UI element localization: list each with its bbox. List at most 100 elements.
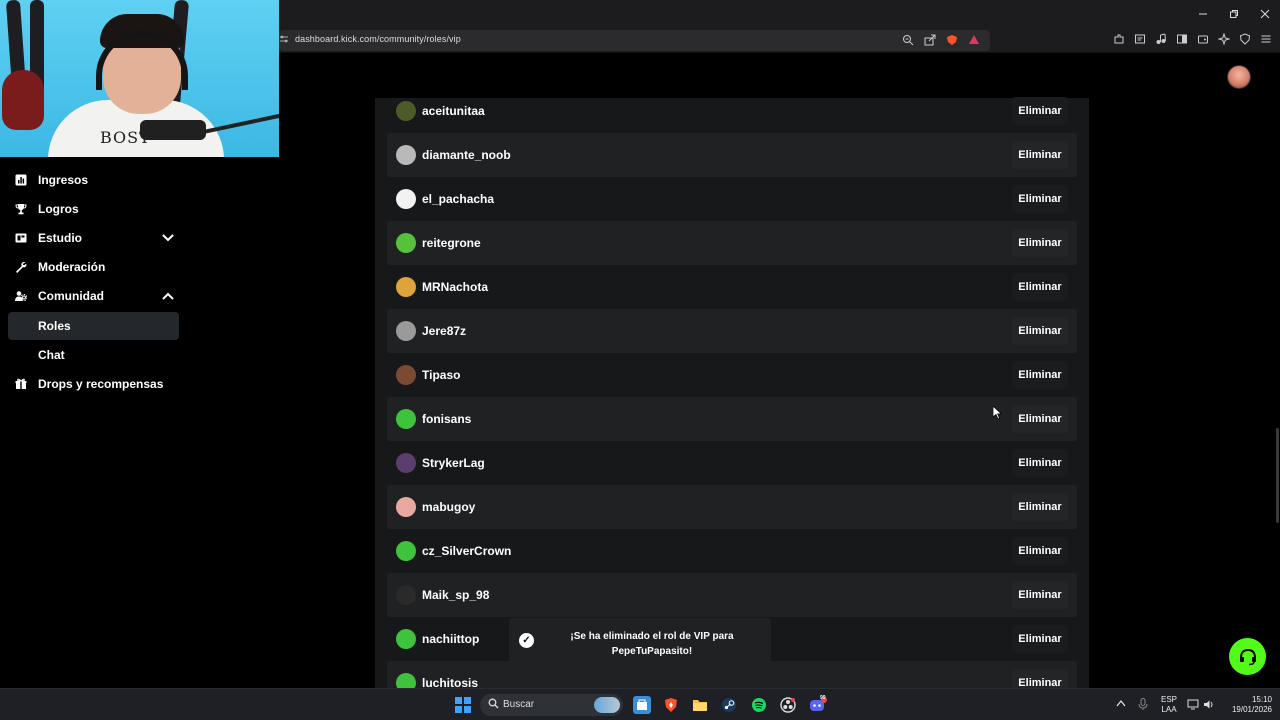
steam-icon[interactable] xyxy=(720,696,738,714)
taskbar-search[interactable]: Buscar xyxy=(480,694,623,716)
remove-vip-button[interactable]: Eliminar xyxy=(1012,405,1068,433)
user-avatar-icon[interactable] xyxy=(396,189,416,209)
username[interactable]: mabugoy xyxy=(422,500,475,514)
search-highlight-image xyxy=(594,697,620,713)
input-language[interactable]: ESP LAA xyxy=(1160,695,1178,715)
user-avatar-icon[interactable] xyxy=(396,365,416,385)
vpn-shield-icon[interactable] xyxy=(1236,31,1253,47)
menu-icon[interactable] xyxy=(1257,31,1274,47)
obs-icon[interactable] xyxy=(779,696,797,714)
help-chat-button[interactable] xyxy=(1229,638,1266,675)
remove-vip-button[interactable]: Eliminar xyxy=(1012,537,1068,565)
user-avatar[interactable] xyxy=(1227,65,1251,89)
username[interactable]: diamante_noob xyxy=(422,148,511,162)
user-avatar-icon[interactable] xyxy=(396,585,416,605)
close-window-button[interactable] xyxy=(1249,0,1280,28)
username[interactable]: aceitunitaa xyxy=(422,104,485,118)
user-avatar-icon[interactable] xyxy=(396,145,416,165)
volume-icon[interactable] xyxy=(1203,699,1215,713)
community-icon xyxy=(14,289,28,303)
remove-vip-button[interactable]: Eliminar xyxy=(1012,317,1068,345)
studio-icon xyxy=(14,231,28,245)
tray-overflow-icon[interactable] xyxy=(1116,699,1126,710)
search-icon xyxy=(488,698,499,712)
user-avatar-icon[interactable] xyxy=(396,233,416,253)
restore-icon xyxy=(1229,10,1238,18)
username[interactable]: MRNachota xyxy=(422,280,488,294)
close-icon xyxy=(1260,9,1269,19)
url-field[interactable]: dashboard.kick.com/community/roles/vip xyxy=(279,30,990,51)
vip-row: el_pachacha Eliminar xyxy=(387,177,1077,221)
restore-button[interactable] xyxy=(1218,0,1249,28)
extension-toolbar xyxy=(1110,31,1274,47)
url-text[interactable]: dashboard.kick.com/community/roles/vip xyxy=(295,34,461,44)
microphone xyxy=(140,120,206,140)
remove-vip-button[interactable]: Eliminar xyxy=(1012,185,1068,213)
system-clock[interactable]: 15:10 19/01/2026 xyxy=(1222,695,1272,715)
zoom-icon[interactable] xyxy=(900,32,916,48)
sidebar-item-chat[interactable]: Chat xyxy=(8,341,179,369)
remove-vip-button[interactable]: Eliminar xyxy=(1012,361,1068,389)
username[interactable]: nachiittop xyxy=(422,632,479,646)
sidebar-item-logros[interactable]: Logros xyxy=(8,195,179,223)
username[interactable]: Jere87z xyxy=(422,324,466,338)
vip-row: Jere87z Eliminar xyxy=(387,309,1077,353)
extensions-icon[interactable] xyxy=(1110,31,1127,47)
sidebar-item-comunidad[interactable]: Comunidad xyxy=(8,282,179,310)
remove-vip-button[interactable]: Eliminar xyxy=(1012,273,1068,301)
bar-chart-icon xyxy=(14,173,28,187)
username[interactable]: Maik_sp_98 xyxy=(422,588,489,602)
username[interactable]: el_pachacha xyxy=(422,192,494,206)
spotify-icon[interactable] xyxy=(750,696,768,714)
chevron-down-icon[interactable] xyxy=(161,231,175,245)
minimize-button[interactable] xyxy=(1187,0,1218,28)
discord-icon[interactable]: 99 xyxy=(809,695,827,714)
network-icon[interactable] xyxy=(1187,699,1199,713)
remove-vip-button[interactable]: Eliminar xyxy=(1012,97,1068,125)
remove-vip-button[interactable]: Eliminar xyxy=(1012,141,1068,169)
sidebar-item-label: Ingresos xyxy=(38,173,89,187)
brave-shield-icon[interactable] xyxy=(944,32,960,48)
sidebar-item-label: Comunidad xyxy=(38,289,104,303)
sidebar-item-ingresos[interactable]: Ingresos xyxy=(8,166,179,194)
username[interactable]: Tipaso xyxy=(422,368,460,382)
wallet-icon[interactable] xyxy=(1194,31,1211,47)
page-scrollbar[interactable] xyxy=(1276,428,1279,523)
remove-vip-button[interactable]: Eliminar xyxy=(1012,449,1068,477)
username[interactable]: reitegrone xyxy=(422,236,481,250)
remove-vip-button[interactable]: Eliminar xyxy=(1012,493,1068,521)
sidebar-item-moderacion[interactable]: Moderación xyxy=(8,253,179,281)
window-controls xyxy=(1187,0,1280,28)
sidebar-toggle-icon[interactable] xyxy=(1173,31,1190,47)
username[interactable]: cz_SilverCrown xyxy=(422,544,511,558)
user-avatar-icon[interactable] xyxy=(396,409,416,429)
remove-vip-button[interactable]: Eliminar xyxy=(1012,581,1068,609)
username[interactable]: fonisans xyxy=(422,412,471,426)
sidebar-item-drops[interactable]: Drops y recompensas xyxy=(8,370,179,398)
site-settings-icon[interactable] xyxy=(279,34,293,46)
user-avatar-icon[interactable] xyxy=(396,497,416,517)
username[interactable]: StrykerLag xyxy=(422,456,485,470)
remove-vip-button[interactable]: Eliminar xyxy=(1012,229,1068,257)
chevron-up-icon[interactable] xyxy=(161,289,175,303)
microphone-icon[interactable] xyxy=(1138,698,1148,713)
brave-browser-icon[interactable] xyxy=(662,696,680,714)
share-icon[interactable] xyxy=(922,32,938,48)
sidebar-item-estudio[interactable]: Estudio xyxy=(8,224,179,252)
reader-mode-icon[interactable] xyxy=(1131,31,1148,47)
user-avatar-icon[interactable] xyxy=(396,277,416,297)
user-avatar-icon[interactable] xyxy=(396,541,416,561)
user-avatar-icon[interactable] xyxy=(396,101,416,121)
leo-ai-icon[interactable] xyxy=(1215,31,1232,47)
user-avatar-icon[interactable] xyxy=(396,321,416,341)
file-explorer-icon[interactable] xyxy=(691,696,709,714)
user-avatar-icon[interactable] xyxy=(396,453,416,473)
brave-rewards-icon[interactable] xyxy=(966,32,982,48)
store-app-icon[interactable] xyxy=(633,696,651,714)
user-avatar-icon[interactable] xyxy=(396,629,416,649)
media-icon[interactable] xyxy=(1152,31,1169,47)
sidebar-item-roles[interactable]: Roles xyxy=(8,312,179,340)
start-button[interactable] xyxy=(455,697,471,713)
sidebar-item-label: Estudio xyxy=(38,231,82,245)
remove-vip-button[interactable]: Eliminar xyxy=(1012,625,1068,653)
